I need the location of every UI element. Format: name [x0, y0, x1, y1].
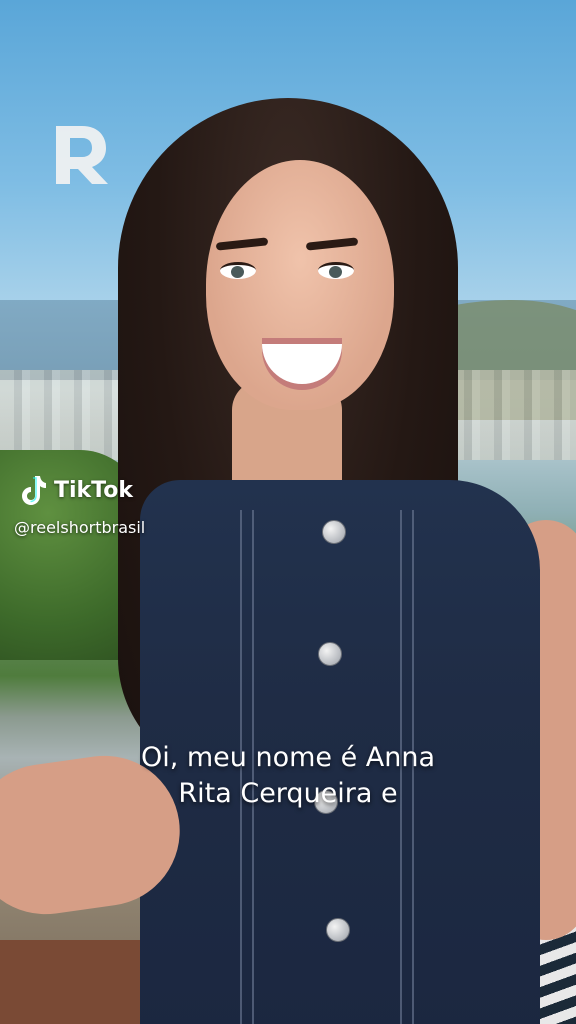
left-eye [220, 262, 256, 279]
reelshort-logo-icon [56, 126, 108, 184]
tiktok-watermark: TikTok [18, 474, 133, 506]
right-eye [318, 262, 354, 279]
account-handle[interactable]: @reelshortbrasil [14, 518, 145, 537]
subtitle-line-2: Rita Cerqueira e [178, 778, 398, 809]
dress-button [318, 642, 342, 666]
subtitle-caption: Oi, meu nome é Anna Rita Cerqueira e [40, 740, 536, 812]
dress-button [322, 520, 346, 544]
subtitle-line-1: Oi, meu nome é Anna [140, 742, 436, 773]
video-frame[interactable]: TikTok @reelshortbrasil Oi, meu nome é A… [0, 0, 576, 1024]
tiktok-icon [22, 476, 46, 505]
dress-button [326, 918, 350, 942]
tiktok-name: TikTok [54, 477, 134, 503]
